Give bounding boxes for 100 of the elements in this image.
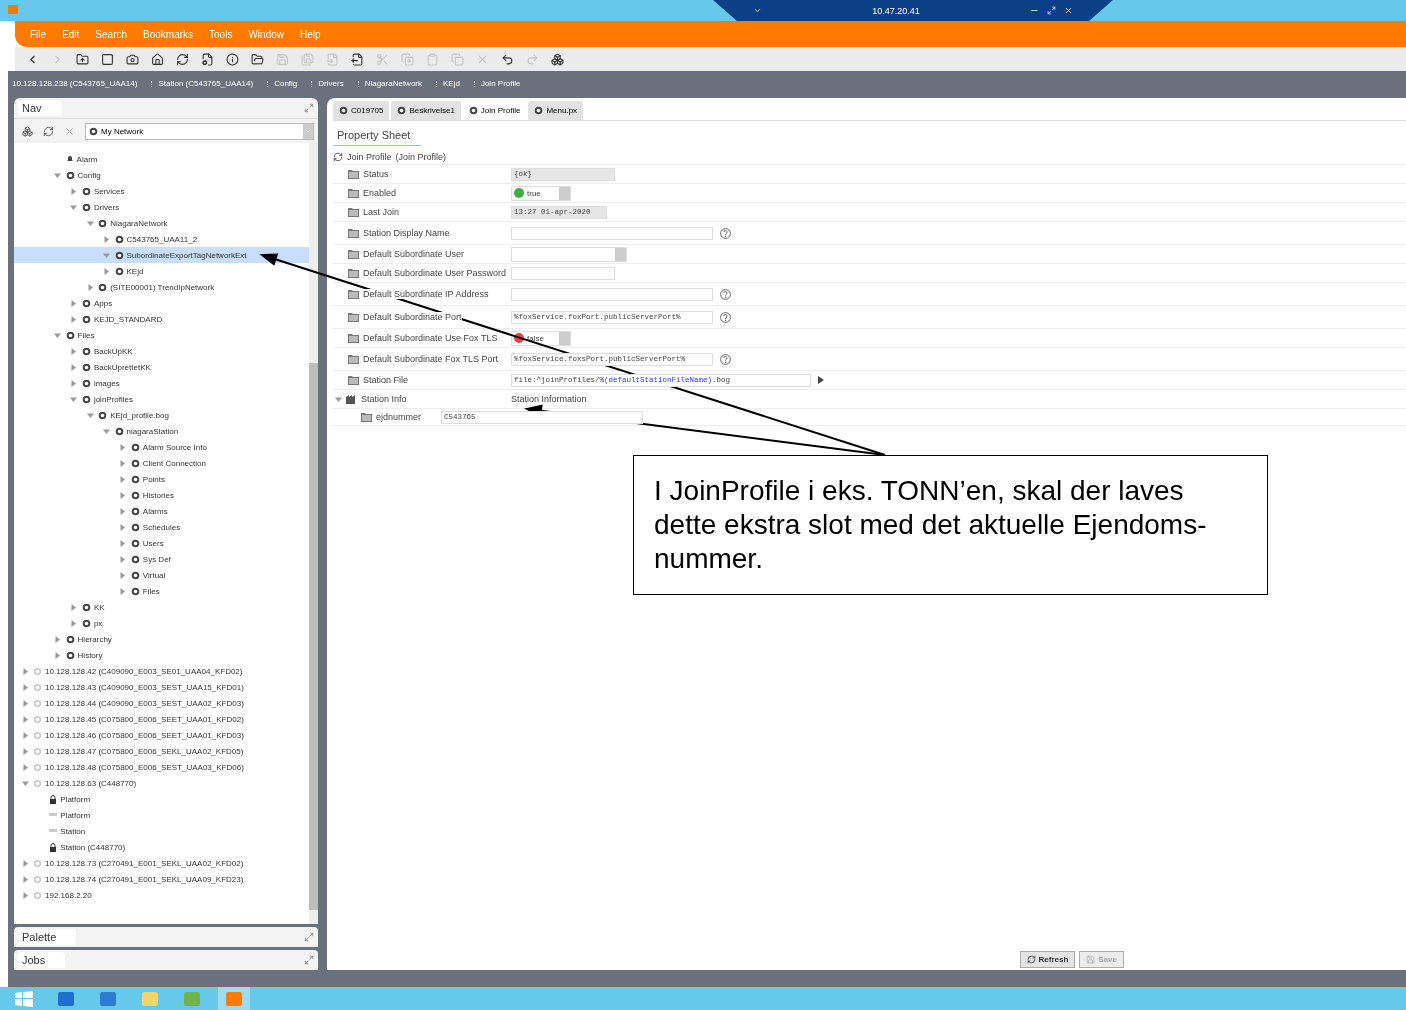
tree-item[interactable]: px — [14, 615, 309, 631]
tree-item[interactable]: Alarm — [14, 151, 309, 167]
user-dropdown[interactable] — [511, 246, 627, 262]
tree-item[interactable]: Alarm Source Info — [14, 439, 309, 455]
tree-item[interactable]: 10.128.128.47 (C075800_E006_SEKL_UAA02_KFD05) — [14, 743, 309, 759]
tree-item[interactable]: C543765_UAA11_2 — [14, 231, 309, 247]
maximize-icon[interactable] — [304, 103, 314, 113]
tree-item[interactable]: Files — [14, 327, 309, 343]
restore-icon[interactable] — [1047, 6, 1056, 15]
tree-item[interactable]: images — [14, 375, 309, 391]
tree-item[interactable]: Config — [14, 167, 309, 183]
tree-item[interactable]: Station — [14, 823, 309, 839]
breadcrumb-link[interactable]: KEjd — [443, 79, 470, 88]
join-profile-icon — [333, 152, 343, 162]
toolbar-icon — [275, 52, 289, 66]
tree-item[interactable]: Alarms — [14, 503, 309, 519]
tree-item[interactable]: niagaraStation — [14, 423, 309, 439]
tree-item[interactable]: 10.128.128.44 (C409090_E003_SEST_UAA02_KFD03) — [14, 695, 309, 711]
toolbar-icon — [100, 52, 114, 66]
tree-item[interactable]: 10.128.128.63 (C448770) — [14, 775, 309, 791]
tree-item[interactable]: 10.128.128.74 (C270491_E001_SEKL_UAA09_KFD23) — [14, 871, 309, 887]
tree-item[interactable]: KEJD_STANDARD — [14, 311, 309, 327]
tree-item[interactable]: 10.128.128.48 (C075800_E006_SEST_UAA03_KFD06) — [14, 759, 309, 775]
text-field[interactable] — [511, 226, 713, 240]
tree-item[interactable]: Services — [14, 183, 309, 199]
close-icon[interactable] — [1064, 6, 1073, 15]
scrollbar[interactable] — [309, 143, 318, 924]
tree-item[interactable]: Histories — [14, 487, 309, 503]
panel-title[interactable]: Jobs — [18, 952, 66, 968]
network-dropdown[interactable]: My Network — [85, 122, 314, 140]
node-icon — [98, 282, 108, 292]
tree-item[interactable]: Sys Def — [14, 551, 309, 567]
node-icon — [130, 458, 140, 468]
action-button[interactable]: Refresh — [1019, 951, 1076, 968]
tree-item[interactable]: 192.168.2.20 — [14, 887, 309, 903]
boolean-dropdown[interactable]: true — [511, 185, 571, 201]
tree-item[interactable]: Client Connection — [14, 455, 309, 471]
help-icon[interactable] — [720, 288, 731, 300]
tree-item[interactable]: Hierarchy — [14, 631, 309, 647]
node-icon — [81, 378, 91, 388]
maximize-icon[interactable] — [304, 955, 314, 965]
node-icon — [81, 298, 91, 308]
tree-item[interactable]: 10.128.128.42 (C409090_E003_SE01_UAA04_KFD02) — [14, 663, 309, 679]
pin-icon[interactable] — [753, 6, 762, 15]
tree-item[interactable]: KEjd_profile.bog — [14, 407, 309, 423]
help-icon[interactable] — [720, 311, 731, 323]
tree-item[interactable]: Users — [14, 535, 309, 551]
tree-item[interactable]: 10.128.128.73 (C270491_E001_SEKL_UAA02_KFD02) — [14, 855, 309, 871]
tree-item[interactable]: SubordinateExportTagNetworkExt — [14, 247, 309, 263]
tree-item[interactable]: Schedules — [14, 519, 309, 535]
help-icon[interactable] — [720, 353, 731, 365]
view-tab[interactable]: Menu.px — [528, 101, 584, 120]
taskbar-app[interactable] — [218, 987, 250, 1010]
property-sheet-tab[interactable]: Property Sheet — [333, 125, 421, 146]
tree-item[interactable]: Apps — [14, 295, 309, 311]
toolbar-button[interactable] — [223, 50, 241, 68]
breadcrumb-link[interactable]: Station (C543765_UAA14) — [158, 79, 264, 88]
maximize-icon[interactable] — [304, 932, 314, 942]
tree-item[interactable]: Drivers — [14, 199, 309, 215]
tree-item[interactable]: Platform — [14, 807, 309, 823]
refresh-icon[interactable] — [43, 125, 54, 137]
panel-title[interactable]: Palette — [18, 929, 77, 945]
node-icon — [534, 106, 544, 115]
tree-item[interactable]: NiagaraNetwork — [14, 215, 309, 231]
tree-item[interactable]: KEjd — [14, 263, 309, 279]
breadcrumb-link[interactable]: 10.128.128.238 (C543765_UAA14) — [12, 79, 148, 88]
breadcrumb-link[interactable]: Drivers — [318, 79, 354, 88]
tree-item[interactable]: History — [14, 647, 309, 663]
tree-item[interactable]: 10.128.128.43 (C409090_E003_SEST_UAA15_KFD01) — [14, 679, 309, 695]
tree-item[interactable]: KK — [14, 599, 309, 615]
slot-icon — [348, 333, 359, 343]
slot-icon — [348, 169, 359, 179]
property-label: Default Subordinate IP Address — [363, 289, 489, 299]
tree-item[interactable]: BackUprettetKK — [14, 359, 309, 375]
property-label: Default Subordinate Use Fox TLS — [363, 333, 498, 343]
breadcrumb-link[interactable]: Join Profile — [480, 79, 531, 88]
text-field[interactable] — [511, 287, 713, 301]
tree-item[interactable]: Platform — [14, 791, 309, 807]
view-tab[interactable]: Beskrivelse1 — [391, 101, 461, 120]
tree-item[interactable]: joinProfiles — [14, 391, 309, 407]
tree-item[interactable]: BackUpKK — [14, 343, 309, 359]
node-icon — [468, 106, 478, 115]
property-label: ejdnummer — [376, 412, 422, 422]
view-tab[interactable]: C019705 — [333, 101, 390, 120]
text-field[interactable] — [511, 266, 615, 280]
tree-item[interactable]: Virtual — [14, 567, 309, 583]
tree-item[interactable]: 10.128.128.45 (C075800_E006_SEET_UAA01_KFD02) — [14, 711, 309, 727]
expand-arrow-icon[interactable] — [818, 376, 824, 384]
tree-item[interactable]: Station (C448770) — [14, 839, 309, 855]
hierarchy-icon[interactable] — [22, 125, 33, 137]
panel-title[interactable]: Nav — [18, 100, 62, 116]
help-icon[interactable] — [720, 227, 731, 239]
tree-item[interactable]: Points — [14, 471, 309, 487]
breadcrumb-link[interactable]: NiagaraNetwork — [364, 79, 432, 88]
property-label: Enabled — [363, 188, 397, 198]
tree-item[interactable]: Files — [14, 583, 309, 599]
breadcrumb-link[interactable]: Config — [274, 79, 308, 88]
tree-item[interactable]: (SITE00001) TrendIpNetwork — [14, 279, 309, 295]
node-icon — [81, 314, 91, 324]
tree-item[interactable]: 10.128.128.46 (C075800_E006_SEET_UAA01_KFD03) — [14, 727, 309, 743]
